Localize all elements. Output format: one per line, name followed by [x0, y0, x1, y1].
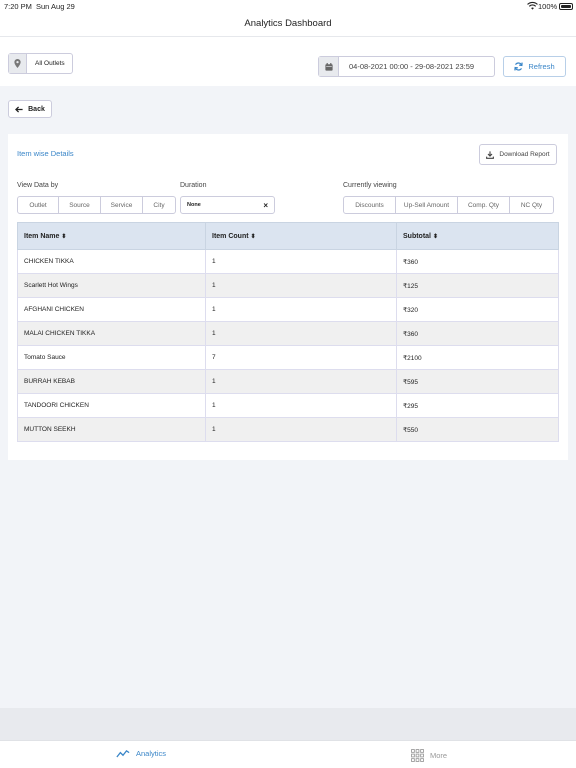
page-title: Analytics Dashboard: [244, 18, 332, 29]
refresh-label: Refresh: [528, 62, 555, 71]
cell-subtotal: ₹360: [396, 321, 559, 346]
status-time: 7:20 PM: [4, 2, 32, 11]
clear-icon[interactable]: ×: [263, 201, 268, 210]
outlet-label: All Outlets: [35, 60, 65, 67]
cell-item-count: 1: [205, 249, 397, 274]
battery-icon: [559, 3, 573, 10]
cell-subtotal: ₹320: [396, 297, 559, 322]
duration-select[interactable]: None ×: [180, 196, 275, 214]
view-by-segmented: Outlet Source Service City: [17, 196, 176, 214]
column-header-item-name[interactable]: Item Name ⬍: [17, 222, 206, 250]
date-range-text: 04-08-2021 00:00 - 29-08-2021 23:59: [349, 62, 475, 71]
table-row[interactable]: CHICKEN TIKKA 1 ₹360: [17, 249, 559, 274]
view-by-outlet[interactable]: Outlet: [18, 197, 59, 213]
cell-item-name: TANDOORI CHICKEN: [17, 393, 206, 418]
view-by-city[interactable]: City: [143, 197, 175, 213]
analytics-chart-icon: [116, 749, 130, 758]
cell-item-count: 1: [205, 417, 397, 442]
cell-item-count: 1: [205, 273, 397, 298]
download-report-button[interactable]: Download Report: [479, 144, 557, 165]
viewing-segmented: Discounts Up-Sell Amount Comp. Qty NC Qt…: [343, 196, 554, 214]
arrow-left-icon: [15, 105, 23, 113]
nav-bar: Analytics Dashboard: [0, 14, 576, 36]
grid-icon: [411, 749, 424, 762]
footer-spacer: [0, 708, 576, 740]
refresh-icon: [514, 62, 524, 71]
view-by-service[interactable]: Service: [101, 197, 143, 213]
download-icon: [486, 150, 495, 159]
cell-item-name: CHICKEN TIKKA: [17, 249, 206, 274]
table-body: CHICKEN TIKKA 1 ₹360 Scarlett Hot Wings 1 ₹12…: [17, 249, 559, 442]
date-range-picker[interactable]: 04-08-2021 00:00 - 29-08-2021 23:59: [318, 56, 495, 77]
table-row[interactable]: BURRAH KEBAB 1 ₹595: [17, 369, 559, 394]
cell-item-name: AFGHANI CHICKEN: [17, 297, 206, 322]
cell-subtotal: ₹360: [396, 249, 559, 274]
table-row[interactable]: TANDOORI CHICKEN 1 ₹295: [17, 393, 559, 418]
cell-item-count: 1: [205, 369, 397, 394]
cell-item-name: Tomato Sauce: [17, 345, 206, 370]
wifi-icon: [527, 1, 538, 10]
table-row[interactable]: Tomato Sauce 7 ₹2100: [17, 345, 559, 370]
table-row[interactable]: Scarlett Hot Wings 1 ₹125: [17, 273, 559, 298]
column-header-subtotal[interactable]: Subtotal ⬍: [396, 222, 559, 250]
view-by-source[interactable]: Source: [59, 197, 101, 213]
download-label: Download Report: [499, 151, 550, 158]
back-button[interactable]: Back: [8, 100, 52, 118]
tab-more-label: More: [430, 751, 448, 760]
table-row[interactable]: MALAI CHICKEN TIKKA 1 ₹360: [17, 321, 559, 346]
duration-value: None: [187, 202, 201, 208]
cell-item-count: 1: [205, 321, 397, 346]
location-pin-icon: [9, 54, 27, 73]
outlet-selector[interactable]: All Outlets: [8, 53, 73, 74]
tab-bar: Analytics More: [0, 740, 576, 768]
column-header-item-count[interactable]: Item Count ⬍: [205, 222, 397, 250]
duration-label: Duration: [180, 182, 207, 189]
tab-analytics[interactable]: Analytics: [116, 749, 166, 758]
back-label: Back: [28, 105, 45, 113]
refresh-button[interactable]: Refresh: [503, 56, 566, 77]
filter-bar: All Outlets 04-08-2021 00:00 - 29-08-202…: [0, 36, 576, 86]
cell-subtotal: ₹550: [396, 417, 559, 442]
viewing-nc-qty[interactable]: NC Qty: [510, 197, 553, 213]
viewing-label: Currently viewing: [343, 182, 397, 189]
cell-subtotal: ₹595: [396, 369, 559, 394]
item-details-card: Item wise Details Download Report View D…: [8, 134, 568, 460]
view-by-label: View Data by: [17, 182, 59, 189]
table-header-row: Item Name ⬍ Item Count ⬍ Subtotal ⬍: [17, 222, 559, 250]
sort-icon: ⬍: [61, 233, 67, 240]
cell-item-name: BURRAH KEBAB: [17, 369, 206, 394]
card-title: Item wise Details: [17, 149, 74, 158]
status-date: Sun Aug 29: [36, 2, 75, 11]
sort-icon: ⬍: [433, 233, 439, 240]
viewing-comp-qty[interactable]: Comp. Qty: [458, 197, 510, 213]
battery-percentage: 100%: [538, 2, 558, 11]
cell-item-name: Scarlett Hot Wings: [17, 273, 206, 298]
cell-subtotal: ₹2100: [396, 345, 559, 370]
table-row[interactable]: AFGHANI CHICKEN 1 ₹320: [17, 297, 559, 322]
status-bar: 7:20 PM Sun Aug 29 100%: [0, 0, 576, 14]
calendar-icon: [319, 57, 339, 76]
viewing-upsell-amount[interactable]: Up-Sell Amount: [396, 197, 458, 213]
cell-item-name: MUTTON SEEKH: [17, 417, 206, 442]
tab-more[interactable]: More: [411, 749, 447, 762]
cell-item-count: 1: [205, 393, 397, 418]
items-table: Item Name ⬍ Item Count ⬍ Subtotal ⬍ CHICKEN…: [17, 222, 559, 442]
cell-subtotal: ₹295: [396, 393, 559, 418]
table-row[interactable]: MUTTON SEEKH 1 ₹550: [17, 417, 559, 442]
tab-analytics-label: Analytics: [136, 749, 167, 758]
cell-item-name: MALAI CHICKEN TIKKA: [17, 321, 206, 346]
cell-item-count: 7: [205, 345, 397, 370]
cell-subtotal: ₹125: [396, 273, 559, 298]
cell-item-count: 1: [205, 297, 397, 322]
viewing-discounts[interactable]: Discounts: [344, 197, 396, 213]
sort-icon: ⬍: [250, 233, 256, 240]
